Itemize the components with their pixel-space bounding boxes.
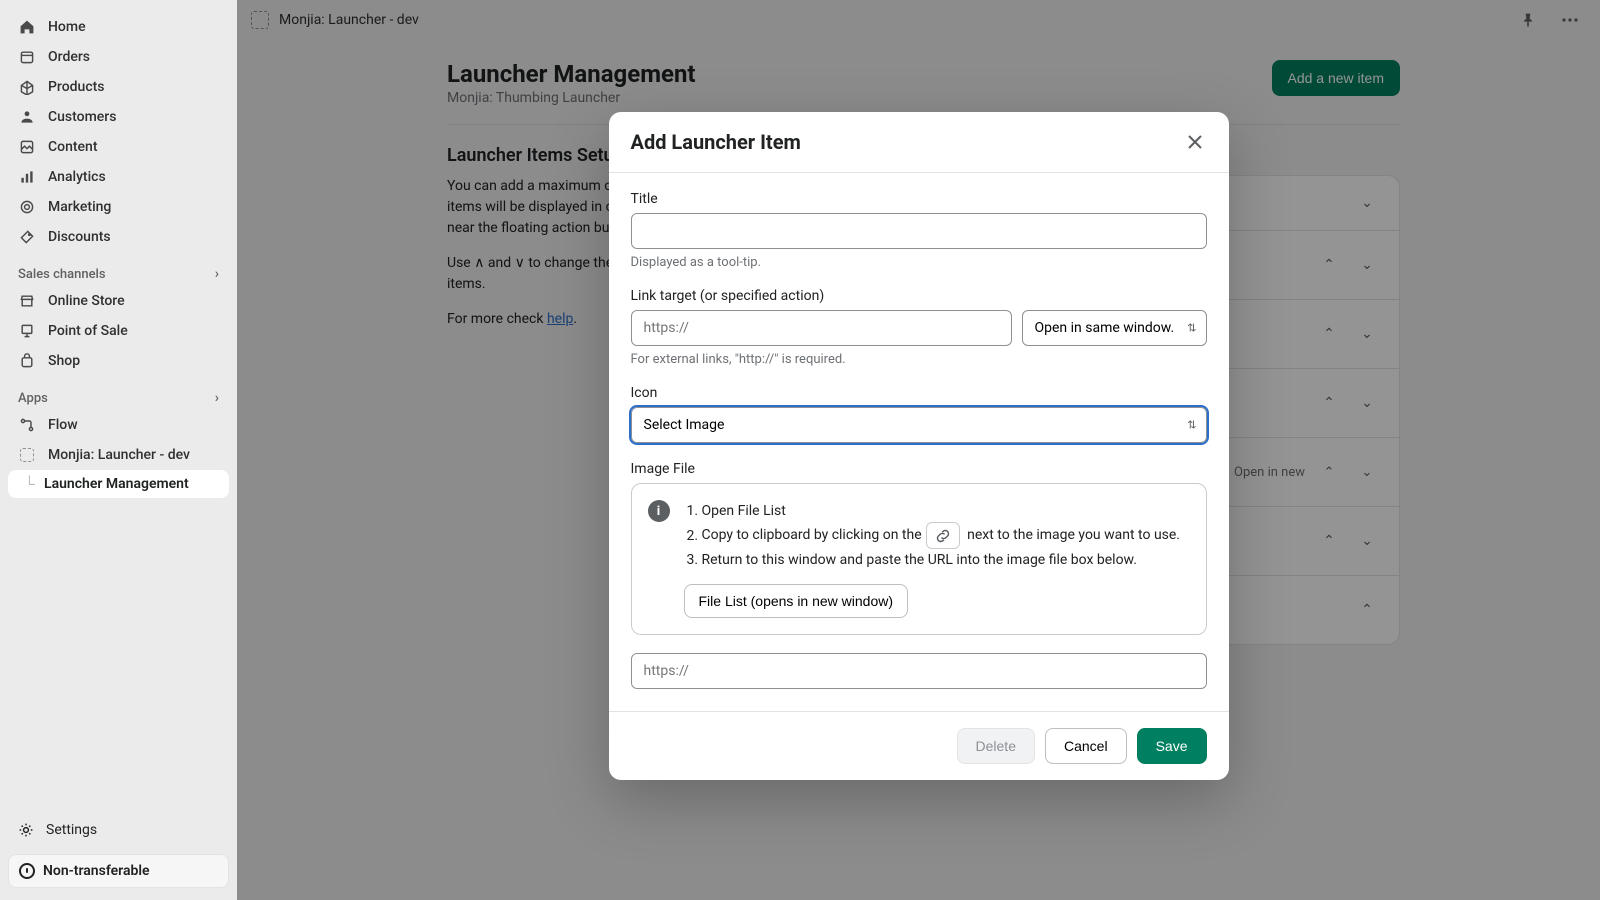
nav-customers[interactable]: Customers	[8, 102, 229, 132]
content-icon	[18, 138, 36, 156]
link-input[interactable]	[631, 310, 1012, 346]
products-icon	[18, 78, 36, 96]
nav-settings[interactable]: Settings	[8, 816, 229, 844]
modal-overlay[interactable]: Add Launcher Item Title Displayed as a t…	[237, 0, 1600, 900]
nontransferable-badge[interactable]: Non-transferable	[8, 854, 229, 888]
nav-analytics[interactable]: Analytics	[8, 162, 229, 192]
discounts-icon	[18, 228, 36, 246]
link-label: Link target (or specified action)	[631, 288, 1207, 304]
save-button[interactable]: Save	[1137, 728, 1207, 764]
info-icon: i	[648, 500, 670, 522]
nav-pos[interactable]: Point of Sale	[8, 316, 229, 346]
customers-icon	[18, 108, 36, 126]
imagefile-label: Image File	[631, 461, 1207, 477]
tree-branch-icon: └	[24, 475, 35, 493]
analytics-icon	[18, 168, 36, 186]
nav-discounts[interactable]: Discounts	[8, 222, 229, 252]
nav-launcher-management[interactable]: └Launcher Management	[8, 470, 229, 498]
nav-orders[interactable]: Orders	[8, 42, 229, 72]
cancel-button[interactable]: Cancel	[1045, 728, 1127, 764]
nav-shop[interactable]: Shop	[8, 346, 229, 376]
info-icon	[19, 863, 35, 879]
link-hint: For external links, "http://" is require…	[631, 352, 1207, 367]
section-apps[interactable]: Apps›	[8, 376, 229, 410]
nav-online-store[interactable]: Online Store	[8, 286, 229, 316]
marketing-icon	[18, 198, 36, 216]
title-input[interactable]	[631, 213, 1207, 249]
gear-icon	[18, 822, 34, 838]
home-icon	[18, 18, 36, 36]
main: Monjia: Launcher - dev Launcher Manageme…	[237, 0, 1600, 900]
link-icon	[926, 522, 960, 549]
nav-flow[interactable]: Flow	[8, 410, 229, 440]
orders-icon	[18, 48, 36, 66]
title-hint: Displayed as a tool-tip.	[631, 255, 1207, 270]
icon-select[interactable]: Select Image	[631, 407, 1207, 443]
chevron-right-icon: ›	[215, 266, 219, 282]
file-list-button[interactable]: File List (opens in new window)	[684, 584, 909, 618]
pos-icon	[18, 322, 36, 340]
modal-title: Add Launcher Item	[631, 130, 801, 154]
icon-label: Icon	[631, 385, 1207, 401]
nav-content[interactable]: Content	[8, 132, 229, 162]
window-select[interactable]: Open in same window.	[1022, 310, 1207, 346]
nav-home[interactable]: Home	[8, 12, 229, 42]
image-url-input[interactable]	[631, 653, 1207, 689]
close-button[interactable]	[1183, 130, 1207, 154]
nav-products[interactable]: Products	[8, 72, 229, 102]
app-icon	[18, 446, 36, 464]
chevron-right-icon: ›	[215, 390, 219, 406]
nav-marketing[interactable]: Marketing	[8, 192, 229, 222]
image-instructions: i Open File List Copy to clipboard by cl…	[631, 483, 1207, 635]
sidebar: Home Orders Products Customers Content A…	[0, 0, 237, 900]
store-icon	[18, 292, 36, 310]
shop-icon	[18, 352, 36, 370]
nav-monjia-launcher[interactable]: Monjia: Launcher - dev	[8, 440, 229, 470]
flow-icon	[18, 416, 36, 434]
delete-button[interactable]: Delete	[957, 728, 1035, 764]
section-sales-channels[interactable]: Sales channels›	[8, 252, 229, 286]
add-launcher-item-modal: Add Launcher Item Title Displayed as a t…	[609, 112, 1229, 780]
title-label: Title	[631, 191, 1207, 207]
